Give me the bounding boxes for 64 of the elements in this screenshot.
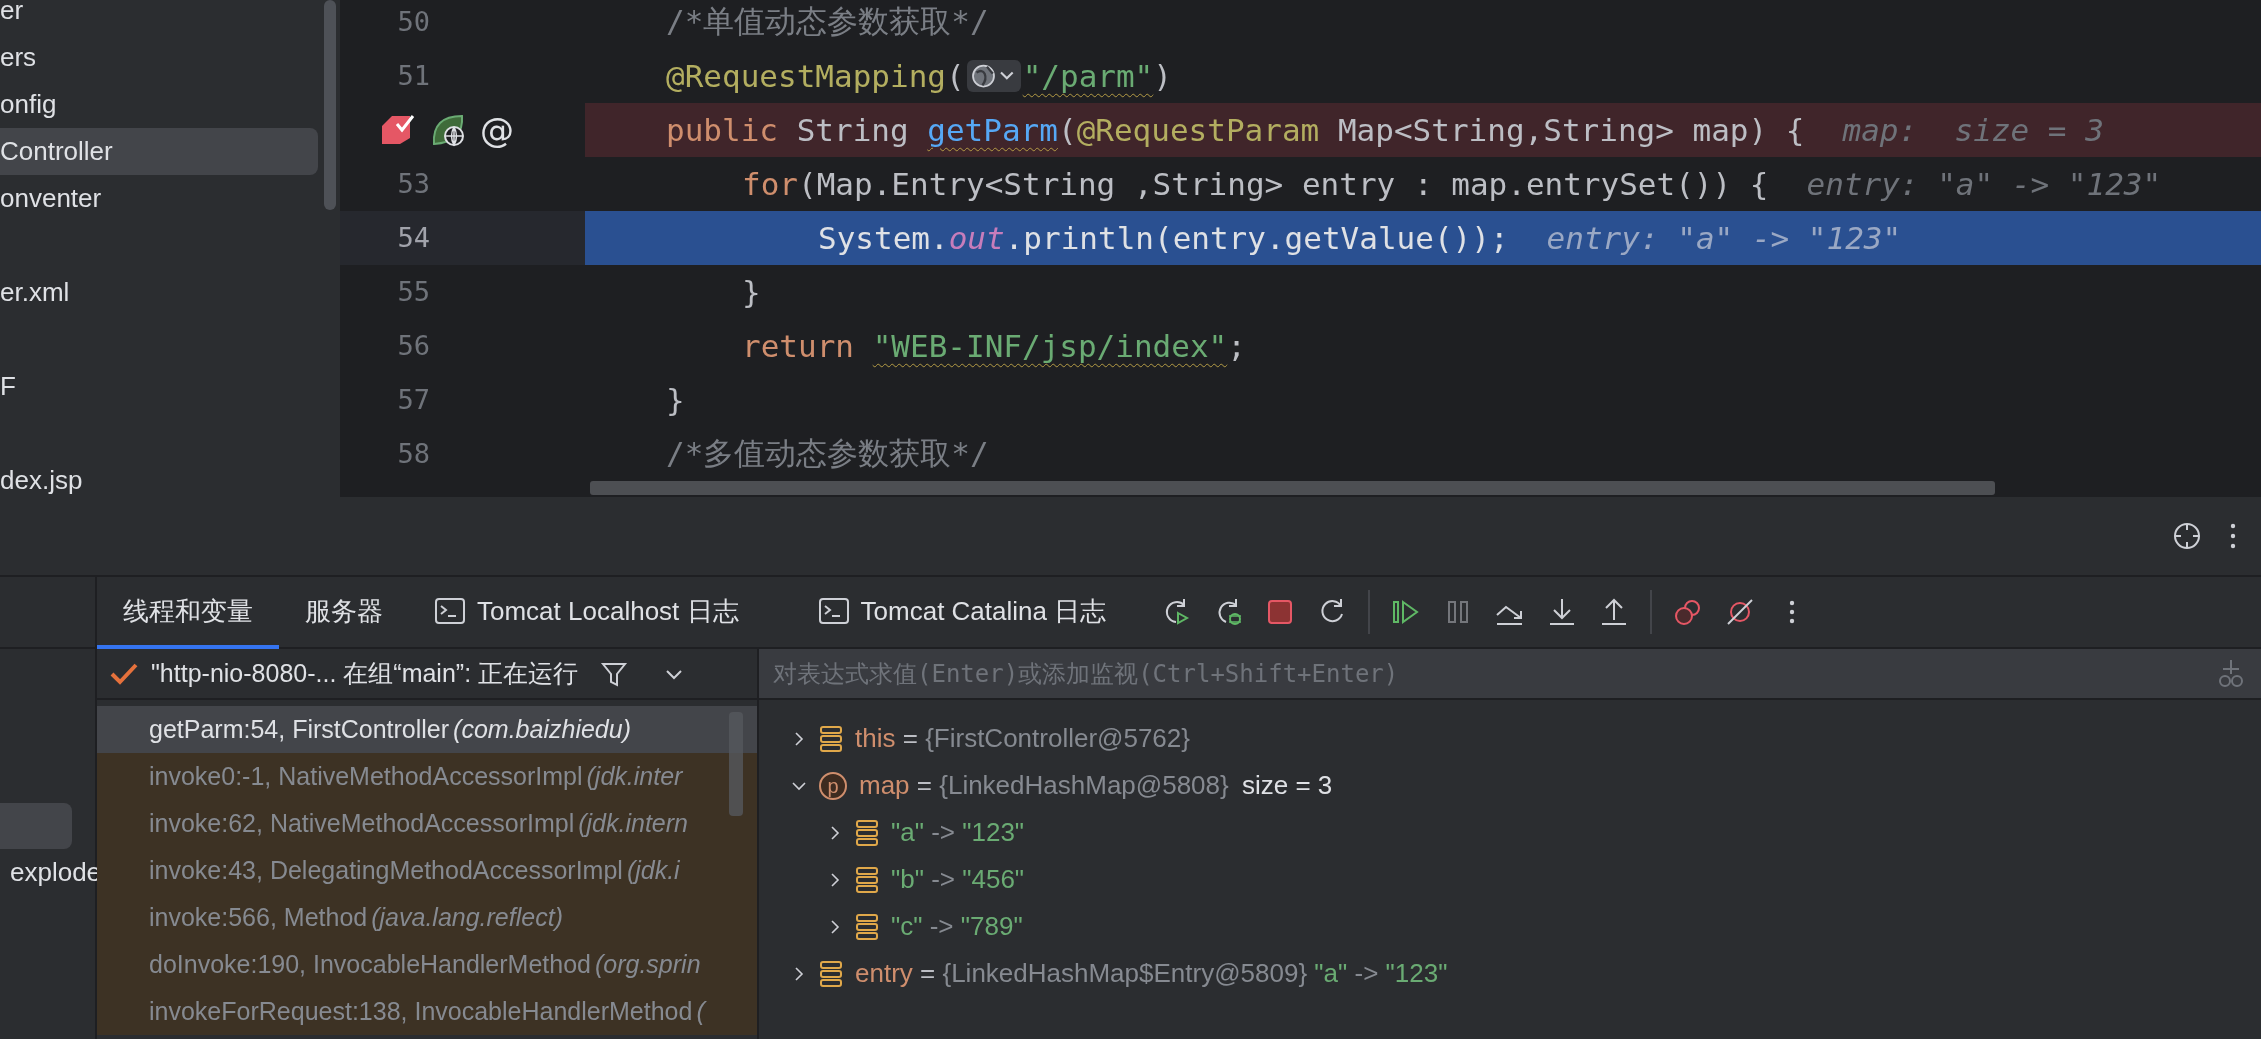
inline-value-hint: entry: "a" -> "123" <box>1806 166 2162 202</box>
tab[interactable]: 线程和变量 <box>97 577 279 649</box>
variable-text: map = {LinkedHashMap@5808} size = 3 <box>859 770 1333 801</box>
code-text: @RequestMapping( <box>666 58 965 94</box>
line-number: 54 <box>340 211 585 265</box>
breakpoint-icon[interactable] <box>380 114 416 146</box>
terminal-icon <box>435 598 465 624</box>
globe-leaf-icon[interactable] <box>430 112 466 148</box>
line-number: 57 <box>396 383 431 417</box>
code-text: } <box>742 274 761 310</box>
variable-text: this = {FirstController@5762} <box>855 723 1190 754</box>
code-text: "/parm") <box>1022 58 1172 94</box>
thread-dropdown[interactable]: "http-nio-8080-... 在组“main”: 正在运行 <box>97 657 579 690</box>
scrollbar[interactable] <box>729 712 743 816</box>
inline-value-hint: map: size = 3 <box>1842 112 2104 148</box>
tree-item[interactable]: onfig <box>0 81 318 128</box>
inline-value-hint: entry: "a" -> "123" <box>1546 220 1902 256</box>
variable-text: "b" -> "456" <box>891 864 1025 895</box>
globe-dropdown-icon[interactable] <box>966 60 1021 92</box>
tree-item[interactable]: onventer <box>0 175 318 222</box>
code-text: public String getParm(@RequestParam Map<String,String> map) { <box>666 112 1805 148</box>
stack-frame[interactable]: getParm:54, FirstController (com.baizhiedu) <box>97 706 757 753</box>
field-icon <box>855 865 879 894</box>
tree-item[interactable]: F <box>0 363 318 410</box>
line-number: 58 <box>396 437 431 471</box>
scrollbar[interactable] <box>590 481 1995 495</box>
variable-text: "c" -> "789" <box>891 911 1023 942</box>
stack-frame[interactable]: invoke0:-1, NativeMethodAccessorImpl (jdk.inter <box>97 753 757 800</box>
check-icon <box>109 661 139 686</box>
tree-item[interactable]: er <box>0 0 318 34</box>
code-text: /*多值动态参数获取*/ <box>666 434 989 473</box>
code-text: System.out.println(entry.getValue()); <box>818 220 1509 256</box>
code-text: return "WEB-INF/jsp/index"; <box>742 328 1246 364</box>
line-number: 56 <box>396 329 431 363</box>
variable-text: "a" -> "123" <box>891 817 1025 848</box>
tab[interactable]: 服务器 <box>279 577 409 649</box>
line-number: 55 <box>396 275 431 309</box>
tree-item[interactable]: ers <box>0 34 318 81</box>
tree-item[interactable]: Controller <box>0 128 318 175</box>
locate-icon[interactable] <box>2171 520 2203 552</box>
parameter-icon: p <box>819 771 847 800</box>
gutter-symbol[interactable]: @ <box>480 113 514 147</box>
tree-item[interactable]: dex.jsp <box>0 457 318 497</box>
field-icon <box>819 724 843 753</box>
variable-text: entry = {LinkedHashMap$Entry@5809} "a" -> "123" <box>855 958 1448 989</box>
code-text: /*单值动态参数获取*/ <box>666 2 989 41</box>
line-number: 53 <box>396 167 431 201</box>
terminal-icon <box>818 598 849 624</box>
scrollbar[interactable] <box>324 0 336 210</box>
tab[interactable]: Tomcat Catalina 日志 <box>792 577 1133 649</box>
stack-frame[interactable]: invoke:566, Method (java.lang.reflect) <box>97 894 757 941</box>
field-icon <box>855 818 879 847</box>
tab[interactable]: Tomcat Localhost 日志 <box>409 577 765 649</box>
stack-frame[interactable]: invokeForRequest:138, InvocableHandlerMethod ( <box>97 988 757 1035</box>
field-icon <box>855 912 879 941</box>
line-number: 51 <box>396 59 431 93</box>
stack-frame[interactable]: invoke:43, DelegatingMethodAccessorImpl (jdk.i <box>97 847 757 894</box>
code-text: } <box>666 382 685 418</box>
line-number: 50 <box>396 5 431 39</box>
stack-frame[interactable]: doInvoke:190, InvocableHandlerMethod (org.sprin <box>97 941 757 988</box>
tree-item[interactable]: er.xml <box>0 269 318 316</box>
field-icon <box>819 959 843 988</box>
code-text: for(Map.Entry<String ,String> entry : map.entrySet()) { <box>742 166 1769 202</box>
stack-frame[interactable]: invoke:62, NativeMethodAccessorImpl (jdk.intern <box>97 800 757 847</box>
